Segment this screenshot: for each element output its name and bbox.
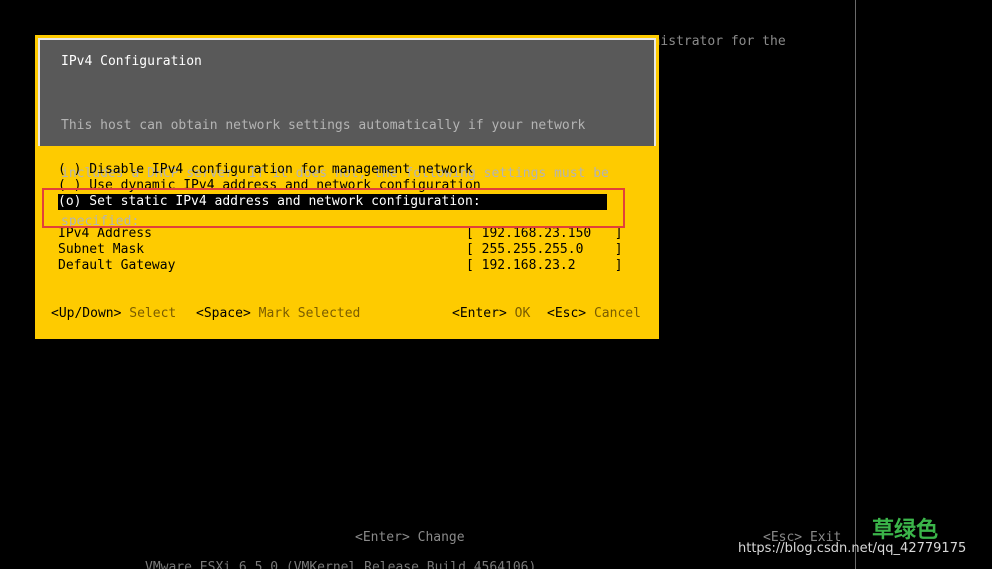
space-desc: Mark Selected xyxy=(258,306,361,321)
option-static-ipv4[interactable]: (o) Set static IPv4 address and network … xyxy=(58,194,607,210)
subnet-mask-label: Subnet Mask xyxy=(58,242,145,257)
enter-desc: OK xyxy=(514,306,531,321)
panel-divider xyxy=(855,0,856,569)
default-gateway-field[interactable]: [ 192.168.23.2 ] xyxy=(466,258,623,274)
updown-key: <Up/Down> xyxy=(51,306,122,321)
ipv4-address-label: IPv4 Address xyxy=(58,226,152,241)
updown-desc: Select xyxy=(129,306,177,321)
ipv4-address-field[interactable]: [ 192.168.23.150 ] xyxy=(466,226,623,242)
esc-key: <Esc> xyxy=(547,306,587,321)
key-hint-select: <Up/Down> Select xyxy=(51,306,176,322)
description-line: This host can obtain network settings au… xyxy=(61,118,586,133)
dialog-title: IPv4 Configuration xyxy=(61,54,202,69)
key-hint-cancel[interactable]: <Esc> Cancel xyxy=(547,306,641,322)
footer-build-info: VMware ESXi 6.5.0 (VMKernel Release Buil… xyxy=(145,560,537,569)
key-hint-mark: <Space> Mark Selected xyxy=(196,306,360,322)
option-dynamic-ipv4[interactable]: ( ) Use dynamic IPv4 address and network… xyxy=(58,178,481,194)
option-disable-ipv4[interactable]: ( ) Disable IPv4 configuration for manag… xyxy=(58,162,473,178)
dialog-header: IPv4 Configuration This host can obtain … xyxy=(38,38,656,229)
default-gateway-label: Default Gateway xyxy=(58,258,176,273)
subnet-mask-field[interactable]: [ 255.255.255.0 ] xyxy=(466,242,623,258)
watermark-url: https://blog.csdn.net/qq_42779175 xyxy=(738,541,967,556)
footer-change-hint: <Enter> Change xyxy=(355,530,465,545)
enter-key: <Enter> xyxy=(452,306,507,321)
esc-desc: Cancel xyxy=(593,306,641,321)
key-hint-ok[interactable]: <Enter> OK xyxy=(452,306,530,322)
space-key: <Space> xyxy=(196,306,251,321)
